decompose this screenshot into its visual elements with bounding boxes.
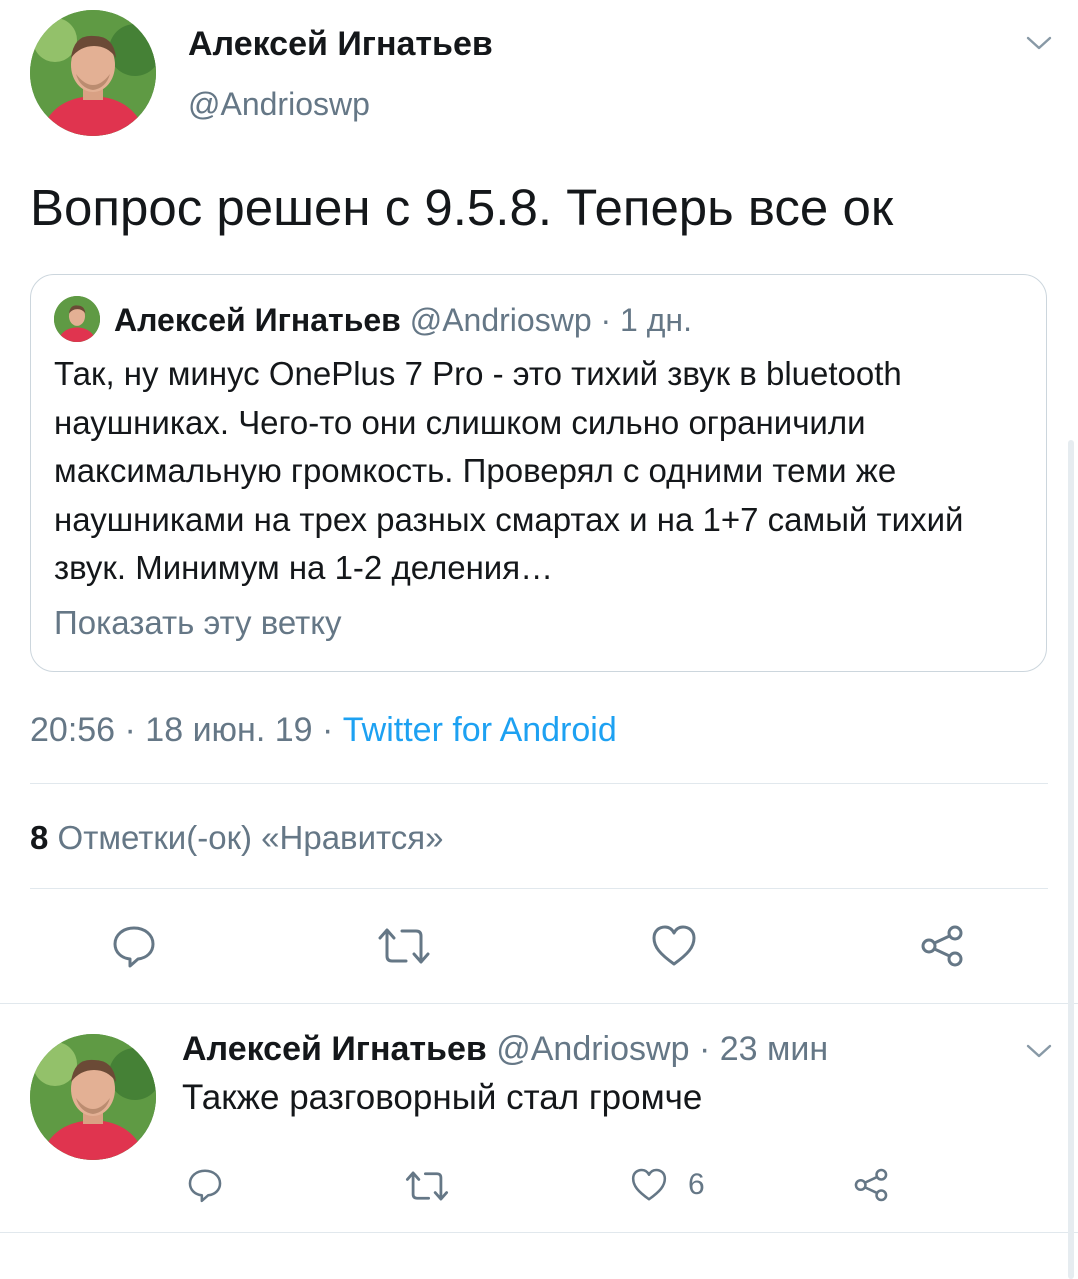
- reply-icon[interactable]: [110, 922, 158, 970]
- retweet-icon[interactable]: [404, 1168, 450, 1204]
- avatar: [54, 296, 100, 342]
- likes-label: Отметки(-ок) «Нравится»: [57, 819, 444, 856]
- avatar[interactable]: [30, 10, 156, 136]
- author-handle[interactable]: @Andrioswp: [188, 84, 370, 124]
- reply-time[interactable]: · 23 мин: [699, 1030, 828, 1068]
- share-icon[interactable]: [918, 922, 966, 970]
- reply-like-count: 6: [688, 1168, 705, 1201]
- tweet-text: Вопрос решен с 9.5.8. Теперь все ок: [30, 179, 894, 236]
- retweet-icon[interactable]: [376, 924, 432, 968]
- quoted-text: Так, ну минус OnePlus 7 Pro - это тихий …: [54, 355, 964, 586]
- client-link[interactable]: Twitter for Android: [343, 711, 617, 749]
- quoted-author-handle: @Andrioswp: [409, 302, 592, 338]
- divider: [0, 1232, 1078, 1233]
- divider: [30, 783, 1048, 784]
- divider: [0, 1003, 1078, 1004]
- timestamp[interactable]: 20:56 · 18 июн. 19 ·: [30, 711, 333, 749]
- avatar[interactable]: [30, 1034, 156, 1160]
- like-icon[interactable]: [650, 922, 698, 970]
- chevron-down-icon[interactable]: [1026, 34, 1052, 52]
- likes-summary[interactable]: 8 Отметки(-ок) «Нравится»: [30, 816, 444, 860]
- reply-author-handle[interactable]: @Andrioswp: [496, 1030, 689, 1068]
- chevron-down-icon[interactable]: [1026, 1042, 1052, 1060]
- share-icon[interactable]: [852, 1166, 890, 1204]
- likes-count: 8: [30, 819, 49, 856]
- author-name[interactable]: Алексей Игнатьев: [188, 24, 493, 64]
- reply-text: Также разговорный стал громче: [182, 1078, 703, 1117]
- reply-author-name[interactable]: Алексей Игнатьев: [182, 1030, 487, 1068]
- quoted-author-name: Алексей Игнатьев: [114, 302, 401, 338]
- divider: [30, 888, 1048, 889]
- like-icon[interactable]: [630, 1166, 668, 1204]
- quoted-time: · 1 дн.: [600, 302, 692, 338]
- reply-icon[interactable]: [186, 1166, 224, 1204]
- scrollbar[interactable]: [1068, 440, 1074, 1279]
- show-thread-link[interactable]: Показать эту ветку: [54, 602, 342, 644]
